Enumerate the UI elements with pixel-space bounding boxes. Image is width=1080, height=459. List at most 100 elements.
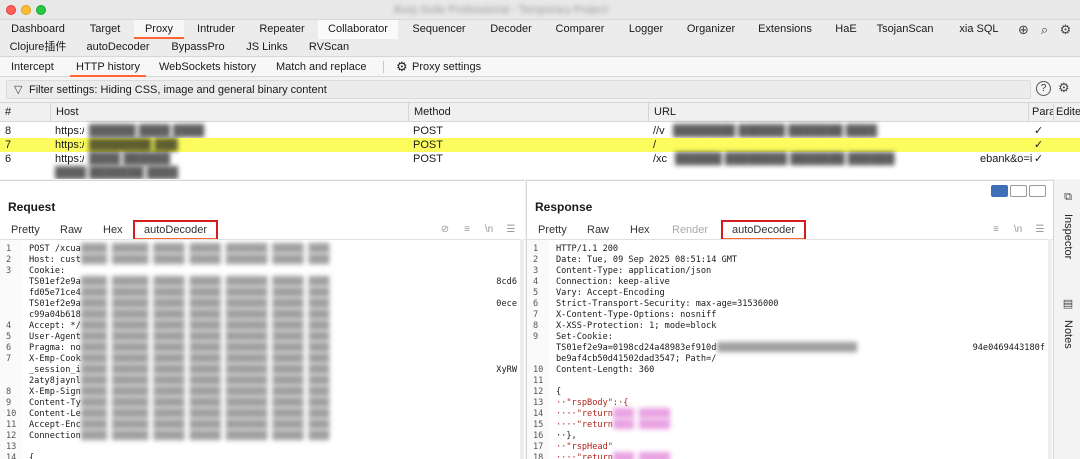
tab-autodecoder[interactable]: autoDecoder — [80, 39, 156, 56]
code-tail: 0ece — [496, 299, 517, 309]
code-text: Strict-Transport-Security: max-age=31536… — [556, 299, 779, 309]
column-edited[interactable]: Edite — [1053, 103, 1080, 122]
row-params-check: ✓ — [1034, 139, 1044, 151]
close-window-button[interactable] — [6, 5, 16, 15]
subtab-websockets-history[interactable]: WebSockets history — [159, 57, 256, 77]
tab-decoder[interactable]: Decoder — [482, 20, 540, 39]
request-tab-raw[interactable]: Raw — [60, 220, 82, 240]
redacted-text: █████ ███████ ██████ ██████ ████████ ███… — [81, 310, 330, 320]
tab-tsojanscan[interactable]: TsojanScan — [872, 20, 938, 39]
inspector-icon[interactable]: ⧉ — [1062, 191, 1074, 203]
response-editor[interactable]: 1 HTTP/1.1 200 2 Date: Tue, 09 Sep 2025 08:… — [527, 239, 1053, 459]
line-number: 14 — [6, 453, 17, 459]
wrap-lines-icon[interactable]: ≡ — [989, 223, 1003, 236]
code-text: c99a04b618 — [29, 310, 81, 320]
line-number: 17 — [533, 442, 544, 452]
request-editor[interactable]: 1 POST /xcua █████ ███████ ██████ ██████ █… — [0, 239, 525, 459]
tab-xia-sql[interactable]: xia SQL — [948, 20, 1010, 39]
request-tab-pretty[interactable]: Pretty — [11, 220, 40, 240]
subtab-intercept[interactable]: Intercept — [11, 57, 54, 77]
table-row[interactable]: 8 https:// ██████ ████ ████ POST //v ███… — [0, 124, 1080, 138]
maximize-window-button[interactable] — [36, 5, 46, 15]
notes-tab[interactable]: Notes — [1062, 320, 1074, 349]
row-url-redacted: ████████ ██████ ███████ ████ — [673, 125, 878, 137]
code-text: Vary: Accept-Encoding — [556, 288, 665, 298]
request-scrollbar[interactable] — [520, 239, 524, 459]
filter-bar[interactable]: ▽ Filter settings: Hiding CSS, image and… — [6, 80, 1031, 99]
column-params[interactable]: Para — [1028, 103, 1053, 122]
globe-icon[interactable]: ⊕ — [1016, 22, 1031, 37]
line-number: 16 — [533, 431, 544, 441]
response-tab-pretty[interactable]: Pretty — [538, 220, 567, 240]
minimize-window-button[interactable] — [21, 5, 31, 15]
response-menu-icon[interactable]: ☰ — [1033, 223, 1047, 236]
tab-logger[interactable]: Logger — [620, 20, 672, 39]
table-row-selected[interactable]: 7 https:// ████████ ███ POST / ✓ — [0, 138, 1080, 152]
layout-stacked-icon[interactable] — [1010, 185, 1027, 197]
redacted-text: ████ ██████ — [613, 420, 671, 430]
table-row[interactable]: 6 https:// ████ ██████ POST /xc ██████ █… — [0, 152, 1080, 166]
wrap-lines-icon[interactable]: ≡ — [460, 223, 474, 236]
inspector-tab[interactable]: Inspector — [1062, 214, 1074, 259]
response-tab-autodecoder[interactable]: autoDecoder — [721, 220, 806, 240]
row-method: POST — [413, 153, 443, 165]
layout-side-by-side-icon[interactable] — [991, 185, 1008, 197]
table-settings-gear-icon[interactable]: ⚙ — [1058, 80, 1070, 96]
column-url[interactable]: URL — [648, 103, 1028, 122]
settings-gear-icon[interactable]: ⚙ — [1058, 22, 1073, 37]
code-line: 13 — [0, 442, 525, 453]
tab-js-links[interactable]: JS Links — [240, 39, 294, 56]
hide-nonprintable-icon[interactable]: ⊘ — [438, 223, 452, 236]
help-icon[interactable]: ? — [1036, 81, 1051, 96]
tab-clojure[interactable]: Clojure插件 — [4, 39, 72, 56]
column-number[interactable]: # — [0, 103, 50, 122]
response-scrollbar[interactable] — [1048, 239, 1052, 459]
tab-sequencer[interactable]: Sequencer — [404, 20, 474, 39]
newline-toggle-icon[interactable]: \n — [1011, 223, 1025, 236]
column-host[interactable]: Host — [50, 103, 408, 122]
tab-hae[interactable]: HaE — [828, 20, 864, 39]
code-text: TS01ef2e9a=0198cd24a48983ef910d — [556, 343, 717, 353]
inspector-sidebar: ⧉ Inspector ▤ Notes — [1053, 180, 1080, 459]
request-menu-icon[interactable]: ☰ — [504, 223, 518, 236]
redacted-text: █████ ███████ ██████ ██████ ████████ ███… — [81, 321, 330, 331]
request-tab-autodecoder[interactable]: autoDecoder — [133, 220, 218, 240]
tab-organizer[interactable]: Organizer — [680, 20, 742, 39]
tab-extensions[interactable]: Extensions — [752, 20, 818, 39]
tab-proxy[interactable]: Proxy — [134, 20, 184, 39]
subtab-match-and-replace[interactable]: Match and replace — [276, 57, 367, 77]
tab-bypasspro[interactable]: BypassPro — [164, 39, 232, 56]
row-partial-redacted: ████ ███████ ████ — [55, 167, 179, 179]
proxy-settings-gear-icon[interactable]: ⚙ — [396, 57, 408, 77]
layout-tabs-icon[interactable] — [1029, 185, 1046, 197]
tab-intruder[interactable]: Intruder — [188, 20, 244, 39]
tab-collaborator[interactable]: Collaborator — [318, 20, 398, 39]
tab-dashboard[interactable]: Dashboard — [4, 20, 72, 39]
search-icon[interactable]: ⌕ — [1037, 22, 1052, 37]
code-text: ····"return — [556, 420, 613, 430]
redacted-text: █████ ███████ ██████ ██████ ████████ ███… — [81, 365, 330, 375]
code-line: 18 ····"return ████ ██████ — [527, 453, 1053, 459]
tab-repeater[interactable]: Repeater — [250, 20, 314, 39]
tab-comparer[interactable]: Comparer — [548, 20, 612, 39]
response-tab-raw[interactable]: Raw — [587, 220, 609, 240]
newline-toggle-icon[interactable]: \n — [482, 223, 496, 236]
column-method[interactable]: Method — [408, 103, 648, 122]
subtab-divider — [383, 61, 384, 73]
line-number: 13 — [6, 442, 17, 452]
subtab-http-history[interactable]: HTTP history — [70, 57, 146, 77]
line-number: 6 — [6, 343, 12, 353]
line-number: 1 — [6, 244, 12, 254]
table-row-partial[interactable]: ████ ███████ ████ — [0, 166, 1080, 179]
notes-icon[interactable]: ▤ — [1062, 298, 1074, 310]
tab-rvscan[interactable]: RVScan — [302, 39, 356, 56]
line-number: 13 — [533, 398, 544, 408]
response-tab-render[interactable]: Render — [672, 220, 708, 240]
proxy-settings-button[interactable]: Proxy settings — [412, 57, 481, 77]
request-tab-hex[interactable]: Hex — [103, 220, 123, 240]
code-line: 1 HTTP/1.1 200 — [527, 244, 1053, 255]
row-number: 7 — [5, 139, 12, 151]
tab-target[interactable]: Target — [78, 20, 132, 39]
line-number: 7 — [6, 354, 12, 364]
response-tab-hex[interactable]: Hex — [630, 220, 650, 240]
